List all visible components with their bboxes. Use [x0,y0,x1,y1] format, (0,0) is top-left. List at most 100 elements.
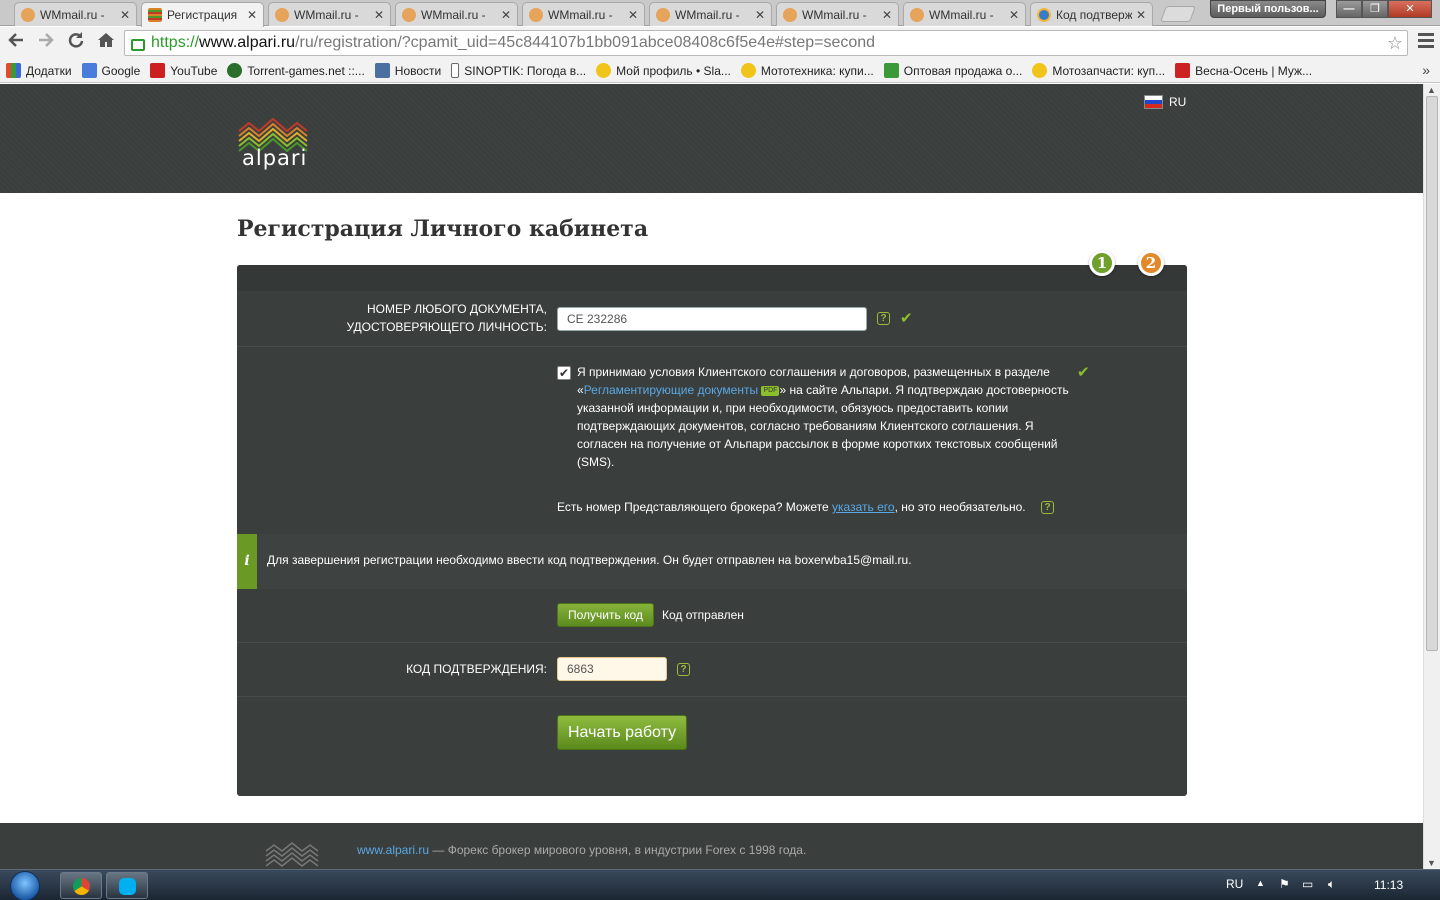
browser-tab[interactable]: WMmail.ru - ✕ [649,2,772,26]
browser-tab[interactable]: WMmail.ru - ✕ [268,2,391,26]
lock-icon [131,39,145,51]
bookmark-item[interactable]: Додатки [6,63,72,78]
youtube-icon [150,63,166,78]
bookmark-label: Новости [394,63,442,78]
wmmail-icon [910,7,924,22]
bookmark-label: Мотозапчасти: куп... [1052,63,1166,78]
language-label: RU [1169,95,1187,109]
tab-title: Код подтверж [1056,7,1132,22]
get-code-button[interactable]: Получить код [557,603,654,627]
wmmail-icon [783,7,797,22]
chrome-icon [73,878,90,895]
browser-toolbar: https://www.alpari.ru/ru/registration/?c… [0,27,1440,59]
browser-tab-active[interactable]: Регистрация ✕ [141,2,264,27]
wmmail-icon [402,7,416,22]
home-icon[interactable] [92,29,120,57]
row-divider [237,642,1187,643]
scroll-down-icon[interactable]: ▼ [1427,858,1436,868]
page-viewport: alpari RU Регистрация Личного кабинета Н… [0,84,1423,869]
bookmark-item[interactable]: SINOPTIK: Погода в... [451,63,586,78]
bookmark-item[interactable]: Оптовая продажа о... [883,63,1022,78]
document-label: НОМЕР ЛЮБОГО ДОКУМЕНТА, УДОСТОВЕРЯЮЩЕГО … [237,300,547,336]
close-window-button[interactable]: ✕ [1388,0,1432,18]
browser-tab[interactable]: WMmail.ru - ✕ [776,2,899,26]
bookmark-label: Мототехника: купи... [760,63,874,78]
taskbar-chrome[interactable] [60,872,102,899]
tab-close-icon[interactable]: ✕ [628,8,638,22]
scroll-up-icon[interactable]: ▲ [1427,85,1436,95]
bookmark-item[interactable]: Мой профиль • Sla... [596,63,731,78]
tab-close-icon[interactable]: ✕ [120,8,130,22]
bookmark-item[interactable]: Google [81,63,141,78]
vk-icon [374,63,390,78]
globe-icon [1037,7,1051,22]
tab-close-icon[interactable]: ✕ [1136,8,1146,22]
page-title: Регистрация Личного кабинета [237,216,649,242]
confirmation-code-input[interactable]: 6863 [557,657,667,681]
bookmark-item[interactable]: Новости [374,63,442,78]
document-help-icon[interactable]: ? [877,312,890,325]
browser-tab[interactable]: WMmail.ru - ✕ [14,2,137,26]
step-2-badge: 2 [1138,250,1164,276]
bookmark-label: YouTube [170,63,218,78]
start-button[interactable] [6,870,46,900]
clock[interactable]: 11:13 [1374,878,1403,892]
bookmark-item[interactable]: Мототехника: купи... [740,63,874,78]
start-work-button[interactable]: Начать работу [557,715,688,750]
browser-tab[interactable]: WMmail.ru - ✕ [395,2,518,26]
tab-close-icon[interactable]: ✕ [247,8,257,22]
browser-tab[interactable]: WMmail.ru - ✕ [522,2,645,26]
profile-button[interactable]: Первый пользов... [1210,0,1326,18]
network-icon[interactable]: ▭ [1302,877,1313,891]
terms-checkbox[interactable]: ✔ [557,366,571,380]
specify-broker-link[interactable]: указать его [832,500,895,514]
input-language-indicator[interactable]: RU [1226,877,1243,891]
wmmail-icon [21,7,35,22]
minimize-button[interactable]: — [1336,0,1362,18]
new-tab-button[interactable] [1160,6,1196,22]
broker-text-part2: , но это необязательно. [894,500,1026,514]
reload-icon[interactable] [62,29,90,57]
browser-tab[interactable]: WMmail.ru - ✕ [903,2,1026,26]
bookmark-label: SINOPTIK: Погода в... [464,63,587,78]
bookmark-label: Torrent-games.net ::... [247,63,365,78]
tab-close-icon[interactable]: ✕ [882,8,892,22]
forward-arrow-icon[interactable] [32,29,60,57]
maximize-button[interactable]: ❐ [1362,0,1388,18]
tab-close-icon[interactable]: ✕ [1009,8,1019,22]
bookmark-item[interactable]: Torrent-games.net ::... [227,63,365,78]
taskbar-skype[interactable] [106,872,148,899]
bookmark-item[interactable]: Весна-Осень | Муж... [1175,63,1312,78]
scroll-thumb[interactable] [1426,96,1438,651]
bookmarks-overflow-icon[interactable]: » [1422,62,1430,78]
bookmark-label: Додатки [26,63,72,78]
back-arrow-icon[interactable] [2,29,30,57]
site-header: alpari RU [0,84,1423,193]
code-help-icon[interactable]: ? [677,663,690,676]
bookmarks-bar: Додатки Google YouTube Torrent-games.net… [0,59,1440,83]
bookmark-item[interactable]: YouTube [150,63,217,78]
volume-icon[interactable]: 🔈︎ [1328,877,1335,892]
info-icon: i [237,534,257,589]
flag-warning-icon[interactable]: ⚑ [1279,877,1290,891]
bookmark-label: Google [101,63,141,78]
tab-close-icon[interactable]: ✕ [374,8,384,22]
panel-header [237,265,1187,291]
tab-close-icon[interactable]: ✕ [501,8,511,22]
windows-taskbar: RU ▲ ⚑ ▭ 🔈︎ 11:13 [0,869,1440,900]
tab-close-icon[interactable]: ✕ [755,8,765,22]
page-scrollbar[interactable]: ▲ ▼ [1423,84,1440,869]
show-hidden-icons-icon[interactable]: ▲ [1256,878,1265,888]
footer-site-link[interactable]: www.alpari.ru [357,843,429,857]
document-number-input[interactable]: CE 232286 [557,307,867,331]
language-selector[interactable]: RU [1144,95,1186,109]
broker-help-icon[interactable]: ? [1041,501,1054,514]
torrent-icon [227,63,243,78]
bookmark-star-icon[interactable]: ☆ [1387,33,1403,54]
regulatory-docs-link[interactable]: Регламентирующие документы [584,383,758,397]
bookmark-item[interactable]: Мотозапчасти: куп... [1032,63,1165,78]
chrome-menu-icon[interactable] [1418,33,1434,51]
address-bar[interactable]: https://www.alpari.ru/ru/registration/?c… [124,30,1408,56]
windows-logo-icon [10,871,40,900]
browser-tab[interactable]: Код подтверж ✕ [1030,2,1153,26]
